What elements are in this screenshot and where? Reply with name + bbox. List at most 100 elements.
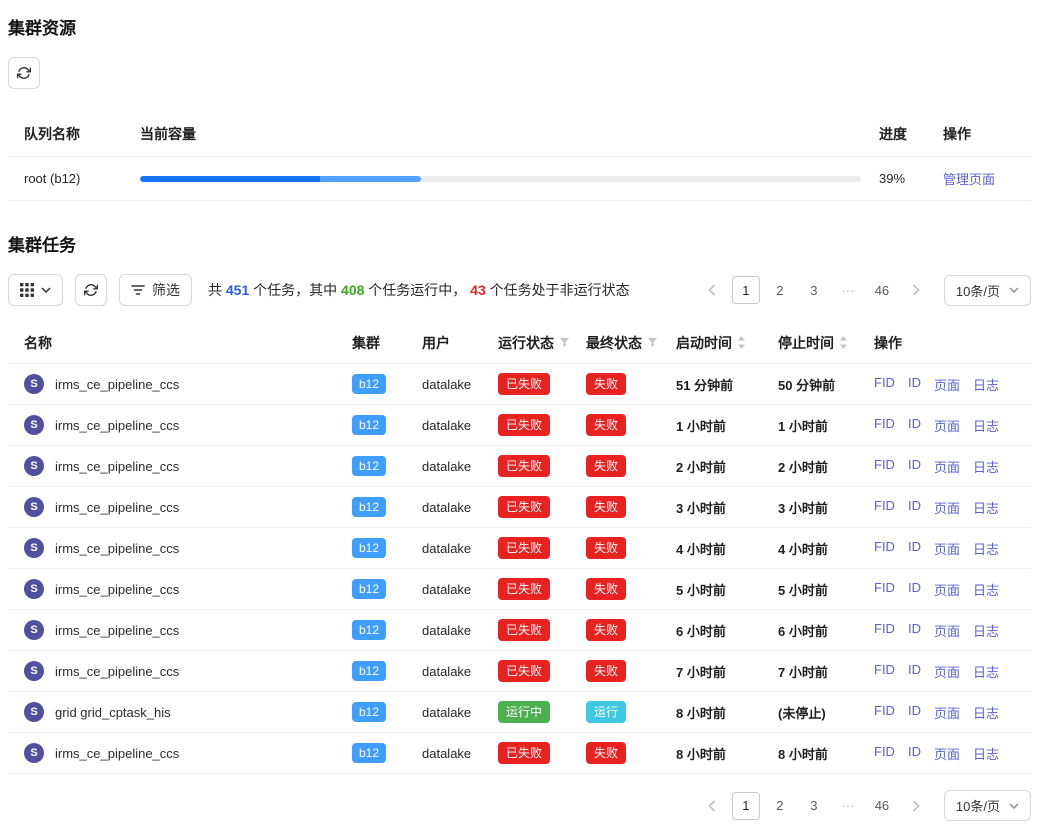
prev-page-button[interactable] <box>698 792 726 820</box>
run-status-badge: 已失败 <box>498 660 550 682</box>
avatar: S <box>24 374 44 394</box>
final-status-badge: 运行 <box>586 701 626 723</box>
id-link[interactable]: ID <box>908 621 921 640</box>
id-link[interactable]: ID <box>908 375 921 394</box>
pagination-bottom: 1 2 3 ··· 46 <box>698 792 930 820</box>
stop-time: 6 小时前 <box>770 621 866 640</box>
cluster-cell: b12 <box>344 579 414 599</box>
id-link[interactable]: ID <box>908 703 921 722</box>
cluster-cell: b12 <box>344 620 414 640</box>
id-link[interactable]: ID <box>908 457 921 476</box>
log-link[interactable]: 日志 <box>973 457 999 476</box>
task-name: irms_ce_pipeline_ccs <box>55 377 179 392</box>
resources-refresh-button[interactable] <box>8 57 40 89</box>
fid-link[interactable]: FID <box>874 621 895 640</box>
table-footer: 1 2 3 ··· 46 10条/页 <box>8 790 1031 821</box>
log-link[interactable]: 日志 <box>973 375 999 394</box>
filter-button[interactable]: 筛选 <box>119 274 192 306</box>
page-link[interactable]: 页面 <box>934 621 960 640</box>
final-status-cell: 失败 <box>578 537 668 559</box>
sort-icon[interactable] <box>737 336 746 349</box>
id-link[interactable]: ID <box>908 580 921 599</box>
page-link[interactable]: 页面 <box>934 375 960 394</box>
user-cell: datalake <box>414 459 490 474</box>
page-link[interactable]: 页面 <box>934 457 960 476</box>
fid-link[interactable]: FID <box>874 539 895 558</box>
fid-link[interactable]: FID <box>874 744 895 763</box>
final-status-badge: 失败 <box>586 537 626 559</box>
page-number-3[interactable]: 3 <box>800 276 828 304</box>
id-link[interactable]: ID <box>908 539 921 558</box>
page-link[interactable]: 页面 <box>934 416 960 435</box>
log-link[interactable]: 日志 <box>973 621 999 640</box>
filter-funnel-icon[interactable] <box>559 337 570 348</box>
log-link[interactable]: 日志 <box>973 580 999 599</box>
page-size-select[interactable]: 10条/页 <box>944 790 1031 821</box>
log-link[interactable]: 日志 <box>973 539 999 558</box>
log-link[interactable]: 日志 <box>973 744 999 763</box>
row-actions: FID ID 页面 日志 <box>866 580 1031 599</box>
cluster-tag: b12 <box>352 661 386 681</box>
page-link[interactable]: 页面 <box>934 539 960 558</box>
page-link[interactable]: 页面 <box>934 703 960 722</box>
user-cell: datalake <box>414 664 490 679</box>
fid-link[interactable]: FID <box>874 416 895 435</box>
page-number-1[interactable]: 1 <box>732 792 760 820</box>
manage-page-link[interactable]: 管理页面 <box>943 172 995 187</box>
fid-link[interactable]: FID <box>874 498 895 517</box>
run-status-cell: 已失败 <box>490 742 578 764</box>
id-link[interactable]: ID <box>908 662 921 681</box>
fid-link[interactable]: FID <box>874 375 895 394</box>
id-link[interactable]: ID <box>908 416 921 435</box>
tasks-refresh-button[interactable] <box>75 274 107 306</box>
resources-table-header: 队列名称 当前容量 进度 操作 <box>8 111 1031 157</box>
run-status-cell: 已失败 <box>490 619 578 641</box>
id-link[interactable]: ID <box>908 744 921 763</box>
sort-icon[interactable] <box>839 336 848 349</box>
next-page-button[interactable] <box>902 276 930 304</box>
final-status-badge: 失败 <box>586 496 626 518</box>
page-ellipsis[interactable]: ··· <box>834 792 862 820</box>
final-status-badge: 失败 <box>586 619 626 641</box>
page-ellipsis[interactable]: ··· <box>834 276 862 304</box>
row-actions: FID ID 页面 日志 <box>866 621 1031 640</box>
page-number-2[interactable]: 2 <box>766 276 794 304</box>
log-link[interactable]: 日志 <box>973 498 999 517</box>
page-number-2[interactable]: 2 <box>766 792 794 820</box>
stop-time: (未停止) <box>770 703 866 722</box>
run-status-badge: 已失败 <box>498 619 550 641</box>
page-number-1[interactable]: 1 <box>732 276 760 304</box>
run-status-cell: 已失败 <box>490 496 578 518</box>
page-size-select[interactable]: 10条/页 <box>944 275 1031 306</box>
task-name-cell: S irms_ce_pipeline_ccs <box>8 456 344 476</box>
fid-link[interactable]: FID <box>874 703 895 722</box>
log-link[interactable]: 日志 <box>973 416 999 435</box>
avatar: S <box>24 456 44 476</box>
cluster-tag: b12 <box>352 579 386 599</box>
final-status-badge: 失败 <box>586 414 626 436</box>
page-link[interactable]: 页面 <box>934 580 960 599</box>
filter-funnel-icon[interactable] <box>647 337 658 348</box>
task-name: irms_ce_pipeline_ccs <box>55 582 179 597</box>
table-row: S irms_ce_pipeline_ccs b12 datalake 已失败 … <box>8 446 1031 487</box>
page-number-46[interactable]: 46 <box>868 792 896 820</box>
log-link[interactable]: 日志 <box>973 703 999 722</box>
id-link[interactable]: ID <box>908 498 921 517</box>
chevron-down-icon <box>41 287 51 293</box>
next-page-button[interactable] <box>902 792 930 820</box>
page-link[interactable]: 页面 <box>934 498 960 517</box>
page-link[interactable]: 页面 <box>934 744 960 763</box>
column-layout-button[interactable] <box>8 274 63 306</box>
final-status-badge: 失败 <box>586 742 626 764</box>
fid-link[interactable]: FID <box>874 662 895 681</box>
page-link[interactable]: 页面 <box>934 662 960 681</box>
prev-page-button[interactable] <box>698 276 726 304</box>
summary-total-count: 451 <box>226 282 249 298</box>
page-number-46[interactable]: 46 <box>868 276 896 304</box>
page-number-3[interactable]: 3 <box>800 792 828 820</box>
start-time: 8 小时前 <box>668 744 770 763</box>
final-status-cell: 失败 <box>578 660 668 682</box>
fid-link[interactable]: FID <box>874 580 895 599</box>
log-link[interactable]: 日志 <box>973 662 999 681</box>
fid-link[interactable]: FID <box>874 457 895 476</box>
